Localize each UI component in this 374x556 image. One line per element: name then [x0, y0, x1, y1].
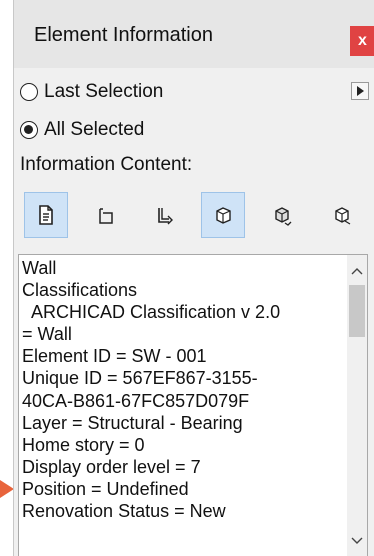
document-icon	[39, 205, 53, 225]
list-item: 40CA-B861-67FC857D079F	[22, 390, 250, 411]
scroll-up-button[interactable]	[347, 261, 367, 281]
chevron-up-icon	[351, 268, 363, 275]
information-content-toolbar	[20, 192, 370, 240]
radio-button-icon	[20, 83, 38, 101]
triangle-right-icon	[356, 86, 364, 96]
list-item: Display order level = 7	[22, 456, 201, 477]
pointer-arrow-icon	[0, 480, 14, 498]
information-content-label: Information Content:	[20, 154, 193, 175]
corner-frame-icon	[99, 208, 113, 224]
element-information-panel: Element Information x Last Selection All…	[13, 0, 374, 556]
cube-rotate-icon	[275, 207, 292, 226]
content-button-3d-outline[interactable]	[320, 192, 364, 238]
cube-icon	[216, 207, 231, 224]
list-item: Element ID = SW - 001	[22, 346, 207, 367]
cube-outline-icon	[335, 207, 351, 225]
list-item: Position = Undefined	[22, 478, 189, 499]
wall-profile-icon	[158, 208, 173, 225]
list-item: Classifications	[22, 280, 138, 301]
content-button-3d-rotate[interactable]	[260, 192, 304, 238]
titlebar: Element Information x	[14, 0, 374, 68]
list-item: ARCHICAD Classification v 2.0	[22, 302, 281, 323]
list-item: Wall	[22, 258, 57, 278]
radio-all-selected[interactable]: All Selected	[20, 117, 144, 143]
details-lines: Wall Classifications ARCHICAD Classifica…	[22, 257, 342, 522]
list-item: = Wall	[22, 324, 72, 345]
radio-label: All Selected	[44, 119, 145, 140]
content-button-document[interactable]	[24, 192, 68, 238]
content-button-3d[interactable]	[201, 192, 245, 238]
scroll-thumb[interactable]	[349, 285, 365, 337]
panel-title: Element Information	[34, 24, 213, 46]
radio-button-checked-icon	[20, 121, 38, 139]
list-item: Unique ID = 567EF867-3155-	[22, 368, 258, 389]
scroll-down-button[interactable]	[347, 531, 367, 551]
chevron-down-icon	[351, 537, 363, 544]
radio-last-selection[interactable]: Last Selection	[20, 79, 163, 105]
content-button-frame[interactable]	[83, 192, 127, 238]
list-item: Renovation Status = New	[22, 501, 226, 522]
close-button[interactable]: x	[350, 26, 374, 56]
radio-label: Last Selection	[44, 81, 164, 102]
content-button-wall[interactable]	[142, 192, 186, 238]
vertical-scrollbar[interactable]	[347, 255, 367, 556]
expand-button[interactable]	[351, 82, 369, 100]
list-item: Home story = 0	[22, 434, 145, 455]
element-details-list[interactable]: Wall Classifications ARCHICAD Classifica…	[18, 254, 368, 556]
list-item: Layer = Structural - Bearing	[22, 412, 243, 433]
background-strip	[0, 0, 13, 556]
